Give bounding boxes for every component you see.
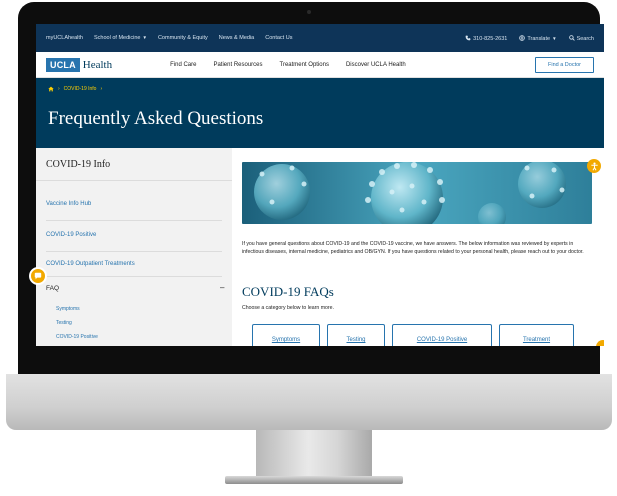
chevron-down-icon: ▼: [142, 35, 147, 40]
sidebar-item-outpatient-treatments[interactable]: COVID-19 Outpatient Treatments: [46, 261, 135, 267]
sidebar-divider: [46, 276, 222, 277]
search-icon: [568, 34, 575, 41]
globe-icon: [519, 34, 526, 41]
accessibility-button[interactable]: [587, 159, 601, 173]
nav-patient-resources[interactable]: Patient Resources: [213, 62, 262, 68]
breadcrumb-covid-info[interactable]: COVID-19 Info: [64, 86, 97, 92]
page-title: Frequently Asked Questions: [48, 108, 264, 129]
virus-banner-image: [242, 162, 592, 224]
phone-number: 310-825-2631: [473, 35, 508, 42]
breadcrumb-separator: ›: [100, 86, 103, 92]
accessibility-icon: [590, 162, 598, 171]
sidebar-subitem-symptoms[interactable]: Symptoms: [56, 306, 80, 312]
faq-heading: COVID-19 FAQs: [242, 284, 334, 299]
sidebar-item-vaccine-info-hub[interactable]: Vaccine Info Hub: [46, 201, 91, 207]
nav-treatment-options[interactable]: Treatment Options: [280, 62, 329, 68]
monitor-mockup: myUCLAhealth School of Medicine ▼ Communi…: [0, 0, 617, 496]
phone-icon: [465, 35, 471, 40]
utility-link-label: School of Medicine: [94, 35, 141, 41]
utility-bar: myUCLAhealth School of Medicine ▼ Communi…: [36, 24, 604, 52]
chat-icon: [34, 272, 42, 280]
monitor-foot: [225, 476, 403, 484]
utility-link-news[interactable]: News & Media: [219, 35, 254, 41]
sidebar-item-faq[interactable]: FAQ: [46, 285, 59, 292]
translate-label: Translate: [527, 35, 551, 42]
website-screen: myUCLAhealth School of Medicine ▼ Communi…: [36, 24, 604, 346]
page-hero: › COVID-19 Info › Frequently Asked Quest…: [36, 78, 604, 148]
sidebar-item-covid-positive[interactable]: COVID-19 Positive: [46, 232, 96, 238]
monitor-stand: [256, 430, 372, 478]
category-button-treatment[interactable]: Treatment: [499, 324, 574, 346]
chat-button[interactable]: [29, 267, 47, 285]
utility-link-school-of-medicine[interactable]: School of Medicine ▼: [94, 35, 147, 41]
breadcrumb-separator: ›: [58, 86, 60, 92]
primary-nav-links: Find Care Patient Resources Treatment Op…: [170, 62, 423, 68]
main-content: If you have general questions about COVI…: [232, 148, 604, 346]
faq-subtext: Choose a category below to learn more.: [242, 305, 334, 311]
sidebar-divider: [36, 180, 232, 181]
chevron-down-icon: ▼: [552, 35, 557, 41]
category-button-testing[interactable]: Testing: [327, 324, 385, 346]
breadcrumb: › COVID-19 Info ›: [48, 86, 106, 92]
nav-find-care[interactable]: Find Care: [170, 62, 196, 68]
sidebar-divider: [46, 220, 222, 221]
category-button-symptoms[interactable]: Symptoms: [252, 324, 320, 346]
sidebar-divider: [46, 251, 222, 252]
sidebar-subitem-testing[interactable]: Testing: [56, 320, 72, 326]
utility-link-community[interactable]: Community & Equity: [158, 35, 208, 41]
intro-paragraph: If you have general questions about COVI…: [242, 241, 584, 255]
ucla-health-logo[interactable]: UCLA Health: [46, 57, 113, 72]
sidebar: COVID-19 Info Vaccine Info Hub COVID-19 …: [36, 148, 232, 346]
main-nav: UCLA Health Find Care Patient Resources …: [36, 52, 604, 78]
phone-link[interactable]: 310-825-2631: [465, 35, 507, 42]
utility-link-contact[interactable]: Contact Us: [265, 35, 292, 41]
search-button[interactable]: Search: [568, 34, 594, 42]
category-button-covid-positive[interactable]: COVID-19 Positive: [392, 324, 492, 346]
monitor-chin: [6, 374, 612, 430]
utility-link-myuclahealth[interactable]: myUCLAhealth: [46, 35, 83, 41]
search-label: Search: [576, 35, 594, 42]
logo-health-text: Health: [82, 58, 113, 71]
nav-discover-ucla-health[interactable]: Discover UCLA Health: [346, 62, 406, 68]
utility-right-group: 310-825-2631 Translate ▼ Search: [453, 34, 594, 42]
find-a-doctor-button[interactable]: Find a Doctor: [534, 56, 594, 73]
home-icon[interactable]: [48, 86, 54, 92]
logo-ucla-box: UCLA: [46, 57, 80, 72]
collapse-icon[interactable]: –: [220, 283, 224, 292]
sidebar-title: COVID-19 Info: [46, 159, 111, 170]
camera-dot: [307, 10, 311, 14]
sidebar-subitem-covid-positive[interactable]: COVID-19 Positive: [56, 334, 98, 340]
translate-button[interactable]: Translate ▼: [519, 34, 557, 42]
